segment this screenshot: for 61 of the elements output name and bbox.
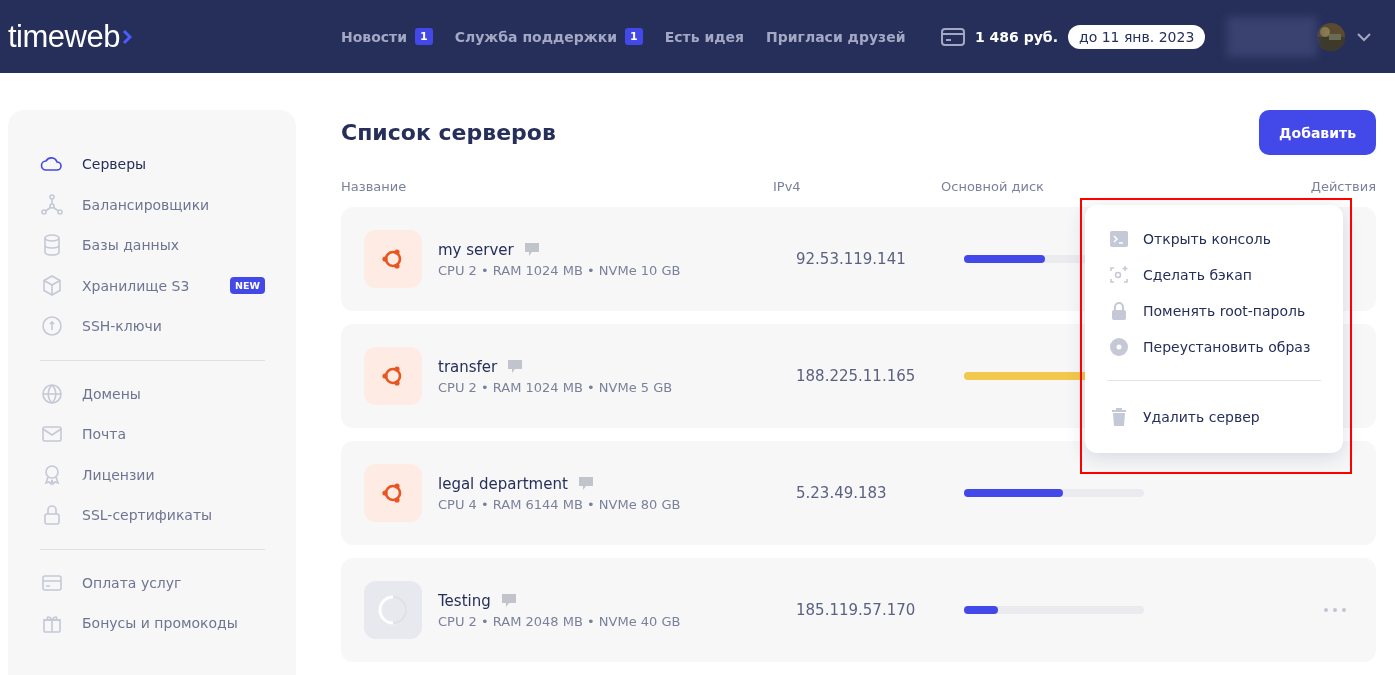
padlock-icon xyxy=(1109,301,1129,321)
column-header: Название xyxy=(341,179,408,194)
server-specs: CPU 2 • RAM 1024 MB • NVMe 10 GB xyxy=(438,262,681,278)
chevron-down-icon[interactable] xyxy=(1357,31,1372,42)
ip-address: 188.225.11.165 xyxy=(796,367,917,385)
server-specs: CPU 2 • RAM 2048 MB • NVMe 40 GB xyxy=(438,613,681,629)
sidebar-item[interactable]: Почта xyxy=(40,414,265,455)
disc-icon xyxy=(1109,337,1129,357)
nav-link[interactable]: Есть идея xyxy=(664,28,745,45)
new-badge: NEW xyxy=(230,277,265,295)
key-icon xyxy=(40,314,64,339)
comment-icon[interactable] xyxy=(500,593,517,608)
nav-link[interactable]: Служба поддержки 1 xyxy=(454,28,643,45)
server-name: my server xyxy=(438,240,514,259)
comment-icon[interactable] xyxy=(577,476,594,491)
spinner-icon xyxy=(377,594,409,626)
sidebar-item[interactable]: Базы данных xyxy=(40,225,265,266)
server-card[interactable]: Testing CPU 2 • RAM 2048 MB • NVMe 40 GB 185.119.57.170 xyxy=(341,558,1376,662)
sidebar-item[interactable]: Серверы xyxy=(40,144,265,185)
chevron-icon xyxy=(121,28,132,45)
server-specs: CPU 2 • RAM 1024 MB • NVMe 5 GB xyxy=(438,379,673,395)
server-name: legal department xyxy=(438,474,568,493)
sidebar-item[interactable]: Балансировщики xyxy=(40,184,265,225)
ip-address: 5.23.49.183 xyxy=(796,484,888,502)
server-name: transfer xyxy=(438,357,498,376)
ip-address: 92.53.119.141 xyxy=(796,250,907,268)
balance: 1 486 руб. xyxy=(975,28,1058,45)
sidebar-item[interactable]: SSH-ключи xyxy=(40,306,265,347)
count-badge: 1 xyxy=(415,28,433,45)
card-icon xyxy=(941,26,965,47)
add-button[interactable]: Добавить xyxy=(1259,110,1376,155)
sidebar-item[interactable]: SSL-сертификаты xyxy=(40,495,265,536)
server-name: Testing xyxy=(438,591,491,610)
column-header: Действия xyxy=(1310,179,1376,194)
menu-item[interactable]: Открыть консоль xyxy=(1109,221,1321,257)
server-specs: CPU 4 • RAM 6144 MB • NVMe 80 GB xyxy=(438,496,681,512)
nav-link[interactable]: Пригласи друзей xyxy=(766,28,906,45)
sidebar-item[interactable]: Оплата услуг xyxy=(40,562,265,603)
trash-icon xyxy=(1109,407,1129,427)
sidebar-item[interactable]: Домены xyxy=(40,373,265,414)
column-header: IPv4 xyxy=(773,179,802,194)
sidebar-item[interactable]: Хранилище S3 NEW xyxy=(40,265,265,306)
comment-icon[interactable] xyxy=(507,359,524,374)
count-badge: 1 xyxy=(625,28,643,45)
column-header: Основной диск xyxy=(941,179,1045,194)
nodes-icon xyxy=(40,192,64,217)
page-title: Список серверов xyxy=(341,120,556,145)
server-card[interactable]: legal department CPU 4 • RAM 6144 MB • NVMe 80 GB 5.23.49.183 xyxy=(341,441,1376,545)
terminal-icon xyxy=(1109,229,1129,249)
sidebar-item[interactable]: Бонусы и промокоды xyxy=(40,603,265,644)
menu-item[interactable]: Переустановить образ xyxy=(1109,329,1321,365)
paid-until-date: до 11 янв. 2023 xyxy=(1067,24,1206,49)
logo[interactable]: timeweb xyxy=(8,18,120,55)
sidebar-item[interactable]: Лицензии xyxy=(40,454,265,495)
nav-link[interactable]: Новости 1 xyxy=(341,28,433,45)
cube-icon xyxy=(40,273,64,298)
camera-icon xyxy=(1109,265,1129,285)
globe-icon xyxy=(40,381,64,406)
ip-address: 185.119.57.170 xyxy=(796,601,917,619)
menu-item[interactable]: Сделать бэкап xyxy=(1109,257,1321,293)
comment-icon[interactable] xyxy=(523,242,540,257)
